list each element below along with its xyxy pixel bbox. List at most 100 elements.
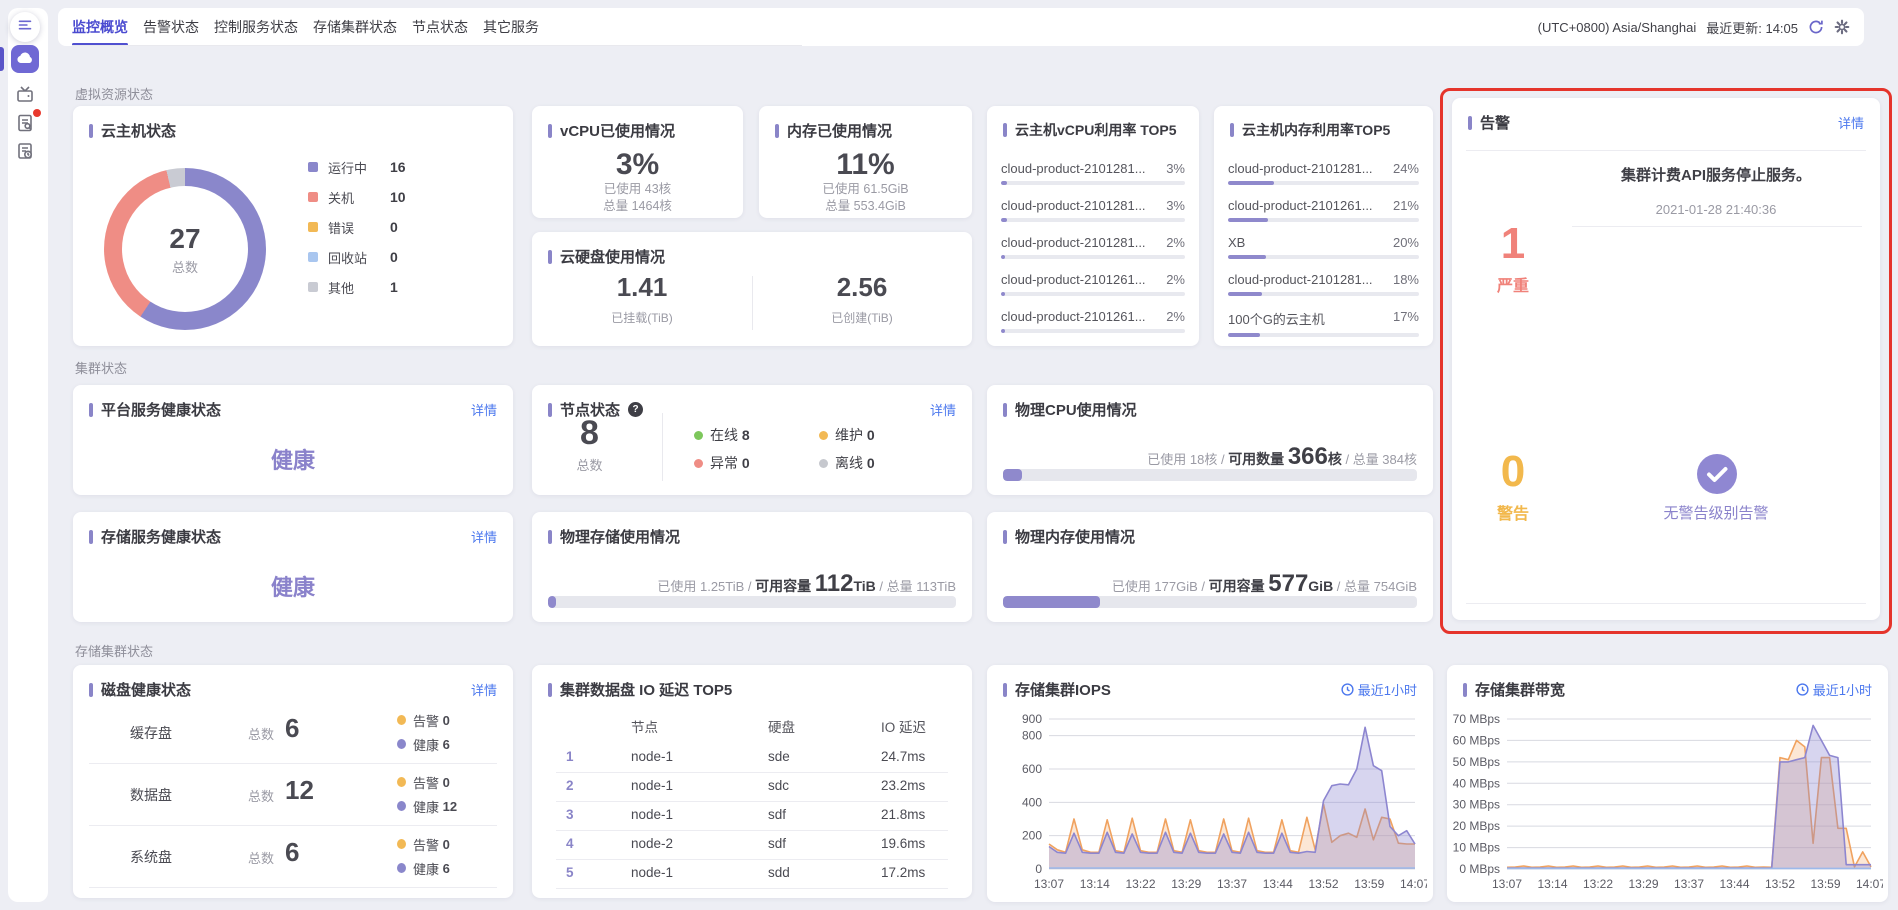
top5-row: cloud-product-2101281...3% (1001, 198, 1185, 222)
node-name: node-1 (631, 807, 673, 822)
latency-value: 21.8ms (881, 807, 925, 822)
top5-row: cloud-product-2101281...2% (1001, 235, 1185, 259)
node-legend-item: 异常 0 (694, 449, 819, 477)
tab-other-services[interactable]: 其它服务 (483, 8, 539, 46)
sidebar-item-monitoring[interactable] (11, 45, 39, 73)
help-icon[interactable]: ? (628, 402, 643, 417)
healthy-label: 健康 (413, 859, 439, 878)
tab-storage-cluster-status[interactable]: 存储集群状态 (313, 8, 397, 46)
title-marker (1003, 683, 1007, 697)
disk-alert-count: 告警 0 (397, 832, 450, 856)
alert-message: 集群计费API服务停止服务。 (1562, 164, 1870, 185)
title-marker (548, 683, 552, 697)
legend-swatch (308, 282, 318, 292)
alert-label: 告警 (413, 773, 439, 792)
alert-value: 0 (443, 713, 450, 728)
rank: 5 (566, 865, 574, 880)
card-node-status: 节点状态 ? 详情 8 总数 在线 8 维护 0 异常 0 离线 0 (532, 385, 972, 495)
svg-text:40 MBps: 40 MBps (1453, 776, 1500, 790)
tab-node-status[interactable]: 节点状态 (412, 8, 468, 46)
card-memory-top5: 云主机内存利用率TOP5 cloud-product-2101281...24%… (1214, 106, 1433, 346)
section-virtual-resources: 虚拟资源状态 (75, 84, 153, 103)
platform-detail-link[interactable]: 详情 (471, 400, 497, 419)
donut-center: 27 总数 (122, 186, 248, 312)
physical-memory-stats: 已使用 177GiB / 可用容量 577GiB / 总量 754GiB (1112, 570, 1417, 598)
svg-text:0 MBps: 0 MBps (1459, 862, 1500, 876)
svg-text:30 MBps: 30 MBps (1453, 798, 1500, 812)
card-title: 物理内存使用情况 (1015, 526, 1135, 547)
latency-value: 19.6ms (881, 836, 925, 851)
cloud-monitor-icon (16, 50, 34, 69)
usage-bar (1001, 292, 1185, 296)
available-value: 112 (815, 570, 854, 597)
bandwidth-range-link[interactable]: 最近1小时 (1796, 680, 1872, 699)
title-marker (775, 124, 779, 138)
card-physical-cpu: 物理CPU使用情况 已使用 18核 / 可用数量 366核 / 总量 384核 (987, 385, 1433, 495)
title-marker (548, 250, 552, 264)
divider (1572, 226, 1862, 227)
disk-row-system: 系统盘 总数 6 告警 0 健康 6 (89, 825, 497, 888)
total-label: / 总量 113TiB (876, 579, 956, 594)
status-value: 0 (867, 427, 875, 443)
no-warning-label: 无警告级别告警 (1562, 502, 1870, 523)
vm-name: cloud-product-2101261... (1001, 309, 1146, 324)
alerts-detail-link[interactable]: 详情 (1838, 113, 1864, 132)
card-storage-service-health: 存储服务健康状态 详情 健康 (73, 512, 513, 622)
sidebar-item-inspection[interactable] (11, 111, 39, 139)
card-title: 云主机内存利用率TOP5 (1242, 120, 1390, 140)
table-row: 3 node-1 sdf 21.8ms (556, 801, 948, 831)
memory-used: 已使用 61.5GiB (822, 181, 908, 198)
title-marker (89, 530, 93, 544)
iops-line-chart: 020040060080090013:0713:1413:2213:2913:3… (993, 707, 1427, 895)
card-vcpu-usage: vCPU已使用情况 3% 已使用 43核 总量 1464核 (532, 106, 743, 218)
card-title: 云主机状态 (101, 120, 176, 141)
top5-row: cloud-product-2101261...2% (1001, 309, 1185, 333)
node-legend-item: 离线 0 (819, 449, 944, 477)
title-marker (548, 530, 552, 544)
card-title: 存储服务健康状态 (101, 526, 221, 547)
legend-label: 运行中 (328, 158, 390, 177)
sidebar-collapse-button[interactable] (10, 12, 40, 42)
storage-service-detail-link[interactable]: 详情 (471, 527, 497, 546)
node-name: node-1 (631, 865, 673, 880)
disk-health-detail-link[interactable]: 详情 (471, 680, 497, 699)
settings-gear-icon[interactable] (1834, 19, 1850, 35)
tab-control-service-status[interactable]: 控制服务状态 (214, 8, 298, 46)
title-marker (89, 403, 93, 417)
check-circle-icon (1697, 454, 1737, 499)
healthy-label: 健康 (413, 735, 439, 754)
svg-text:13:07: 13:07 (1492, 877, 1522, 891)
legend-item: 关机10 (308, 182, 498, 212)
status-dot (819, 459, 828, 468)
iops-range-link[interactable]: 最近1小时 (1341, 680, 1417, 699)
node-detail-link[interactable]: 详情 (930, 400, 956, 419)
legend-item: 其他1 (308, 272, 498, 302)
legend-swatch (308, 162, 318, 172)
card-vm-status: 云主机状态 27 总数 运行中16 关机10 错误0 回收站0 其他1 (73, 106, 513, 346)
svg-text:13:14: 13:14 (1080, 877, 1110, 891)
svg-text:14:07: 14:07 (1400, 877, 1427, 891)
healthy-dot (397, 863, 406, 873)
total-value: 12 (285, 775, 314, 806)
sidebar-item-screen[interactable] (11, 83, 39, 111)
physical-memory-bar (1003, 596, 1417, 608)
legend-label: 回收站 (328, 248, 390, 267)
top5-row: cloud-product-2101261...21% (1228, 198, 1419, 222)
vm-name: cloud-product-2101281... (1001, 235, 1146, 250)
range-label: 最近1小时 (1358, 680, 1417, 699)
refresh-icon[interactable] (1808, 19, 1824, 35)
status-dot (694, 431, 703, 440)
table-row: 1 node-1 sde 24.7ms (556, 743, 948, 773)
vm-name: cloud-product-2101281... (1001, 161, 1146, 176)
tab-monitor-overview[interactable]: 监控概览 (72, 8, 128, 46)
vertical-divider (662, 413, 663, 481)
tab-alert-status[interactable]: 告警状态 (143, 8, 199, 46)
disk-created-value: 2.56 (752, 272, 972, 303)
column-header-latency: IO 延迟 (881, 716, 926, 736)
title-marker (1230, 123, 1234, 137)
card-title: 告警 (1480, 112, 1510, 133)
disk-name: sdc (768, 778, 789, 793)
node-name: node-1 (631, 778, 673, 793)
sidebar-item-history[interactable] (11, 139, 39, 167)
usage-bar (1228, 292, 1419, 296)
